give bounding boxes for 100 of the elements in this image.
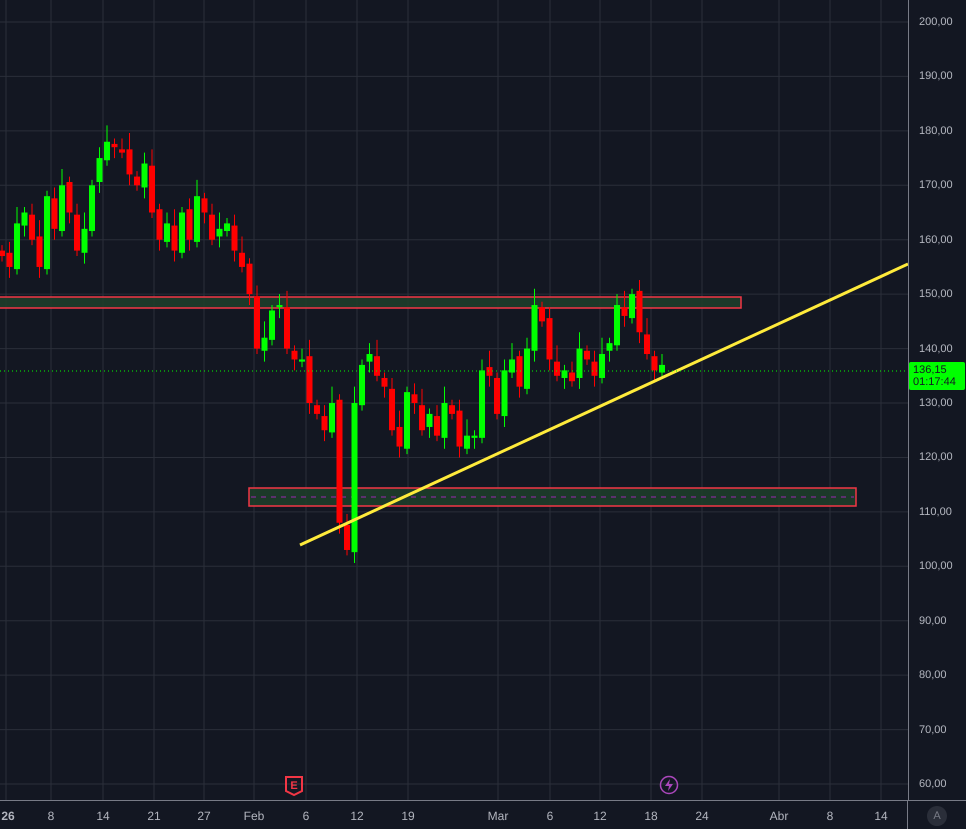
date-label: 14 [96, 809, 110, 823]
candlestick [546, 306, 552, 371]
date-label: 18 [644, 809, 658, 823]
candlestick [6, 241, 12, 278]
countdown: 01:17:44 [913, 376, 957, 388]
candlestick [254, 284, 260, 355]
candlestick [59, 168, 65, 237]
candlestick [276, 294, 282, 319]
candlestick [359, 358, 365, 412]
date-label: 12 [350, 809, 364, 823]
date-label: Abr [770, 809, 788, 823]
candlestick [382, 372, 388, 398]
candlestick [622, 290, 628, 328]
candlestick [142, 152, 148, 199]
price-label: 90,00 [919, 614, 947, 627]
candlestick [0, 244, 5, 262]
lightning-icon[interactable] [659, 775, 679, 795]
candlestick [562, 364, 568, 390]
candlestick [14, 206, 20, 276]
trend-line[interactable] [299, 262, 908, 546]
candlestick [216, 212, 222, 248]
candlestick [366, 342, 372, 374]
candlestick [22, 206, 28, 237]
date-label: 12 [593, 809, 607, 823]
price-label: 80,00 [919, 669, 947, 682]
candlestick [329, 386, 335, 438]
price-label: 200,00 [919, 16, 953, 28]
date-label: 8 [48, 809, 54, 823]
candlestick [396, 410, 402, 458]
date-label: 21 [147, 809, 161, 823]
current-price: 136,15 [913, 364, 948, 376]
price-label: 140,00 [919, 342, 953, 355]
candlestick [592, 350, 598, 388]
candlestick [539, 301, 545, 328]
candlestick [569, 361, 575, 388]
candlestick [629, 288, 635, 324]
auto-scale-button[interactable]: A [927, 806, 948, 826]
candlestick [472, 430, 478, 450]
candlestick [119, 138, 125, 159]
candlestick [262, 320, 268, 362]
price-label: 180,00 [919, 124, 953, 137]
candlestick [524, 337, 530, 395]
candlestick [179, 206, 185, 259]
candlestick [652, 350, 658, 382]
candlestick [599, 337, 605, 384]
candlestick [149, 148, 155, 218]
candlestick [584, 344, 590, 366]
candlestick [66, 176, 72, 224]
date-label: 8 [826, 809, 834, 823]
candlestick [314, 399, 320, 420]
candlestick [554, 344, 560, 382]
price-label: 150,00 [919, 288, 953, 300]
candlestick [644, 318, 650, 360]
date-label: Mar [488, 809, 508, 823]
candlestick [614, 294, 620, 352]
price-label: 160,00 [919, 234, 953, 246]
date-label: 19 [401, 809, 415, 823]
candlestick [126, 132, 132, 186]
price-label: 100,00 [919, 560, 953, 572]
candlestick [269, 304, 275, 346]
candlestick [194, 179, 200, 248]
candlestick [486, 350, 492, 388]
date-label: 27 [197, 809, 211, 823]
candlestick [52, 186, 58, 240]
candlestick [509, 342, 515, 378]
candlestick [636, 280, 642, 344]
candlestick [292, 344, 298, 371]
price-label: 130,00 [919, 397, 953, 409]
date-label: Feb [244, 809, 264, 823]
candlestick [404, 386, 410, 455]
candlestick [156, 203, 162, 252]
candlestick [502, 358, 508, 428]
earnings-marker[interactable]: E [284, 775, 304, 797]
candlestick [74, 203, 80, 257]
candlestick [239, 236, 245, 273]
candlestick [426, 408, 432, 438]
candlestick [494, 372, 500, 420]
price-label: 60,00 [919, 778, 947, 790]
candlestick [322, 404, 328, 442]
candlestick [389, 377, 395, 436]
price-label: 120,00 [919, 451, 953, 464]
candlestick [104, 124, 110, 166]
candlestick [374, 339, 380, 382]
candlestick [89, 179, 95, 237]
price-label: 110,00 [919, 506, 952, 518]
candlestick [112, 138, 118, 159]
support-zone[interactable] [248, 487, 857, 507]
candlestick [134, 170, 140, 192]
price-label: 190,00 [919, 70, 953, 82]
candlestick [284, 290, 290, 355]
candlestick [516, 350, 522, 398]
candlestick [29, 203, 35, 246]
candlestick [659, 354, 665, 378]
candlestick [442, 386, 448, 450]
candlestick [232, 214, 238, 262]
candlestick [449, 399, 455, 420]
date-label: 24 [695, 809, 709, 823]
candlestick [96, 146, 102, 194]
date-label: 6 [546, 809, 554, 823]
candlestick [164, 212, 170, 248]
